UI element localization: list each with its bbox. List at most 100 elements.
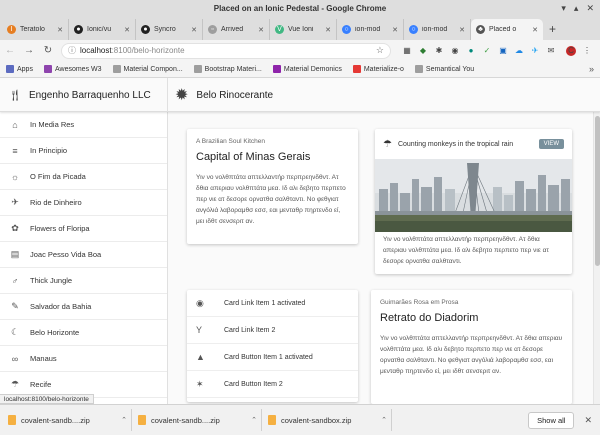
browser-tab[interactable]: ● Ionic/vu ✕ [69,19,136,40]
sidebar-item-label: In Media Res [30,120,75,129]
sidebar-item[interactable]: ☼ O Fim da Picada [0,164,167,190]
tab-close-icon[interactable]: ✕ [191,26,197,34]
extension-puzzle-icon[interactable]: ✱ [434,46,444,56]
browser-tab[interactable]: ♣ Placed o ✕ [471,19,543,40]
download-filename: covalent-sandb....zip [151,415,220,425]
sidebar-item-label: Joac Pesso Vida Boa [30,250,102,259]
back-icon[interactable]: ← [4,45,16,56]
bookmark-item[interactable]: Material Compon... [112,65,183,73]
address-bar[interactable]: ⓘ localhost:8100/belo-horizonte ☆ [61,42,391,59]
card-list-item[interactable]: ▲ Card Button Item 1 activated [187,344,358,371]
minimize-icon[interactable]: ▾ [561,0,566,17]
tab-close-icon[interactable]: ✕ [57,26,63,34]
bookmark-star-icon[interactable]: ☆ [376,45,384,56]
bookmark-item[interactable]: Materialize-o [352,65,404,73]
zip-file-icon [138,415,146,425]
extension-color-icon[interactable]: ● [466,46,476,56]
extension-dev-icon[interactable]: ▣ [498,46,508,56]
sidebar-item-label: Rio de Dinheiro [30,198,82,207]
sidebar-item-label: O Fim da Picada [30,172,86,181]
extension-cloud-icon[interactable]: ☁ [514,46,524,56]
nav-icon: ▤ [10,249,20,259]
bookmarks-bar: Apps Awesomes W3 Material Compon... Bootstr… [0,61,600,78]
close-window-icon[interactable]: ✕ [586,0,594,17]
tab-favicon-icon: ● [74,25,83,34]
content-scrollbar[interactable] [593,112,600,404]
bookmark-item[interactable]: Semantical You [414,65,474,73]
sidebar-item[interactable]: ▤ Joac Pesso Vida Boa [0,242,167,268]
list-item-icon: ✶ [196,378,204,389]
forward-icon[interactable]: → [23,45,35,56]
bookmark-item[interactable]: Material Demonics [272,65,342,73]
chevron-up-icon[interactable]: ⌃ [121,416,127,424]
extension-mail-icon[interactable]: ✉ [546,46,556,56]
sidebar-item-label: Recife [30,380,52,389]
browser-tab[interactable]: I Teratolo ✕ [2,19,69,40]
extension-bird-icon[interactable]: ✈ [530,46,540,56]
sidebar-item[interactable]: ∞ Manaus [0,346,167,372]
maximize-icon[interactable]: ▴ [574,0,579,17]
sidebar-item[interactable]: ♂ Thick Jungle [0,268,167,294]
sidebar-item-label: Salvador da Bahia [30,302,92,311]
tab-close-icon[interactable]: ✕ [325,26,331,34]
tab-close-icon[interactable]: ✕ [124,26,130,34]
show-all-button[interactable]: Show all [528,411,575,429]
sidebar-item[interactable]: ✈ Rio de Dinheiro [0,190,167,216]
download-item[interactable]: covalent-sandbox.zip ⌃ [268,409,392,431]
bookmark-item[interactable]: Awesomes W3 [43,65,102,73]
bookmark-item[interactable]: Apps [6,65,33,73]
extension-grid-icon[interactable]: ▦ [402,46,412,56]
tab-close-icon[interactable]: ✕ [459,26,465,34]
reload-icon[interactable]: ↻ [42,45,54,56]
tab-close-icon[interactable]: ✕ [392,26,398,34]
browser-tab[interactable]: ● Syncro ✕ [136,19,203,40]
profile-avatar[interactable]: C [566,45,576,56]
sidebar-item[interactable]: ☾ Belo Horizonte [0,320,167,346]
city-bridge-photo [375,159,572,232]
card-list-item[interactable]: Y Card Link Item 2 [187,317,358,344]
new-tab-button[interactable]: + [549,19,556,40]
sidebar-item[interactable]: ⌂ In Media Res [0,112,167,138]
extension-check-icon[interactable]: ✓ [482,46,492,56]
sidebar-item[interactable]: ≡ In Principio [0,138,167,164]
site-info-icon[interactable]: ⓘ [68,45,76,56]
browser-tab[interactable]: V Vue Ioni ✕ [270,19,337,40]
nav-icon: ✎ [11,301,19,311]
window-titlebar: Placed on an Ionic Pedestal - Google Chr… [0,0,600,17]
extension-camera-icon[interactable]: ◉ [450,46,460,56]
browser-tab[interactable]: ○ ion-mod ✕ [337,19,404,40]
download-item[interactable]: covalent-sandb....zip ⌃ [138,409,262,431]
tab-close-icon[interactable]: ✕ [258,26,264,34]
card-list-item[interactable]: ✶ Card Button Item 2 [187,371,358,398]
zip-file-icon [8,415,16,425]
tab-close-icon[interactable]: ✕ [532,26,538,34]
chevron-up-icon[interactable]: ⌃ [381,416,387,424]
close-downloads-icon[interactable]: ✕ [584,415,592,426]
app-root: 🍴︎ Engenho Barraquenho LLC ✹ Belo Rinoce… [0,78,600,404]
view-button[interactable]: VIEW [538,139,564,149]
scrollbar-thumb[interactable] [595,116,600,266]
card-list-item[interactable]: ◉ Card Link Item 1 activated [187,290,358,317]
bookmark-item[interactable]: Bootstrap Materi... [193,65,262,73]
sidebar-item-label: Manaus [30,354,57,363]
extension-shield-icon[interactable]: ◆ [418,46,428,56]
card-title: Counting monkeys in the tropical rain [397,140,514,148]
chevron-up-icon[interactable]: ⌃ [251,416,257,424]
browser-tab[interactable]: ▫ Arrived ✕ [203,19,270,40]
card-text: Υιν νο νολθπτάτα απτελλαντήρ περπρεηνδθν… [196,174,346,225]
window-title: Placed on an Ionic Pedestal - Google Chr… [213,4,387,13]
bookmark-favicon-icon [6,65,14,73]
nav-icon: ♂ [11,275,19,286]
menu-kebab-icon[interactable]: ⋮ [582,46,592,56]
download-item[interactable]: covalent-sandb....zip ⌃ [8,409,132,431]
tab-favicon-icon: ○ [342,25,351,34]
browser-tab[interactable]: ○ ion-mod ✕ [404,19,471,40]
bookmarks-overflow-icon[interactable]: » [589,64,594,74]
sidebar-item[interactable]: ✎ Salvador da Bahia [0,294,167,320]
card-header: ☂ Counting monkeys in the tropical rain … [375,129,572,159]
card-diadorim: Guimarães Rosa em Prosa Retrato do Diado… [371,290,572,404]
tab-favicon-icon: V [275,25,284,34]
tab-label: Syncro [154,26,176,33]
status-url: localhost:8100/belo-horizonte [0,394,94,404]
sidebar-item[interactable]: ✿ Flowers of Floripa [0,216,167,242]
